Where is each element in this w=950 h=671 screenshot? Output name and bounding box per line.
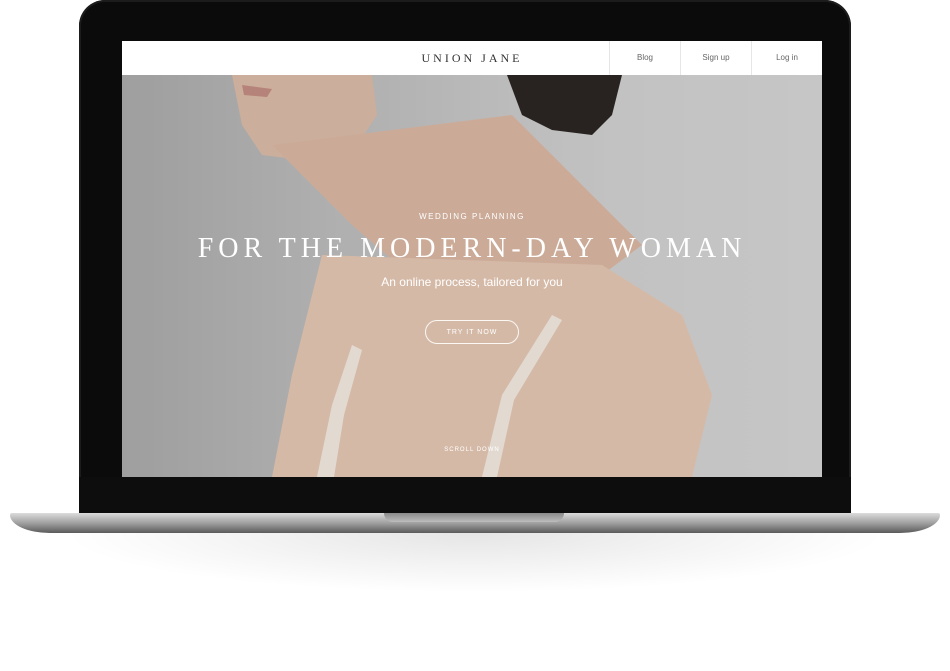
laptop-notch (384, 513, 564, 522)
laptop-shadow (60, 533, 890, 593)
try-it-now-button[interactable]: TRY IT NOW (425, 320, 519, 344)
hero-subhead: An online process, tailored for you (381, 275, 563, 289)
hero-headline: FOR THE MODERN-DAY WOMAN (197, 233, 747, 264)
nav-login-link[interactable]: Log in (751, 41, 822, 75)
nav-links: Blog Sign up Log in (609, 41, 822, 75)
nav-signup-link[interactable]: Sign up (680, 41, 751, 75)
scroll-down-link[interactable]: SCROLL DOWN (122, 447, 822, 453)
laptop-bezel-bottom (79, 477, 851, 517)
nav-blog-link[interactable]: Blog (609, 41, 680, 75)
site-navbar: UNION JANE Blog Sign up Log in (122, 41, 822, 76)
hero-section: WEDDING PLANNING FOR THE MODERN-DAY WOMA… (122, 75, 822, 477)
hero-eyebrow: WEDDING PLANNING (419, 212, 525, 221)
laptop-screen: UNION JANE Blog Sign up Log in WEDDING P… (122, 41, 822, 477)
